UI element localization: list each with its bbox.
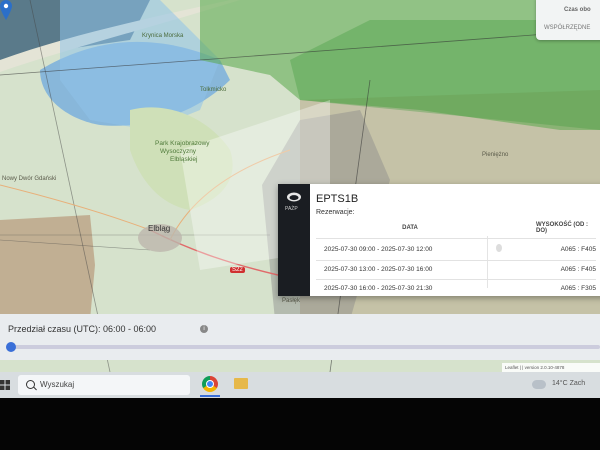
- map-label-north-town: Tolkmicko: [200, 87, 227, 93]
- map-attribution[interactable]: Leaflet | | version 2.0.10-4878: [502, 363, 600, 372]
- location-pin-icon[interactable]: [0, 0, 12, 20]
- column-header-spacer: [496, 220, 536, 239]
- search-placeholder: Wyszukaj: [40, 380, 75, 389]
- coordinates-panel: Czas obo WSPÓŁRZĘDNE: [536, 0, 600, 40]
- file-explorer-icon[interactable]: [234, 378, 248, 389]
- time-range-label: Przedział czasu (UTC): 06:00 - 06:00: [8, 324, 157, 334]
- map-label-south-town: Pasłęk: [282, 298, 301, 304]
- row-marker: [496, 260, 536, 280]
- airspace-popup: PAŻP EPTS1B Rezerwacje: DATA WYSOKOŚĆ (O…: [278, 184, 600, 298]
- taskbar-search[interactable]: Wyszukaj: [18, 375, 190, 395]
- screen: Krynica Morska Tolkmicko Park Krajobrazo…: [0, 0, 600, 400]
- map-label-east-town: Pieniężno: [482, 152, 509, 158]
- chrome-icon[interactable]: [202, 376, 218, 392]
- column-header-date: DATA: [402, 225, 418, 231]
- weather-icon[interactable]: [532, 380, 546, 389]
- search-icon: [26, 380, 35, 389]
- active-app-indicator: [200, 395, 220, 397]
- table-row: 2025-07-30 09:00 - 2025-07-30 12:00 A065…: [316, 238, 596, 261]
- taskbar: Wyszukaj 14°C Zach: [0, 372, 600, 398]
- table-header-row: DATA WYSOKOŚĆ (OD : DO): [316, 220, 596, 239]
- airspace-code: EPTS1B: [316, 193, 359, 205]
- map-label-park-1: Park Krajobrazowy: [155, 140, 210, 147]
- time-slider-handle[interactable]: [6, 342, 16, 352]
- map-label-west-town: Nowy Dwór Gdański: [2, 176, 57, 182]
- weather-temperature[interactable]: 14°C Zach: [552, 380, 585, 387]
- map-label-city: Elbląg: [148, 224, 171, 233]
- loading-dot-icon: [496, 244, 502, 252]
- time-label: Czas obo: [564, 7, 591, 13]
- reservations-table: DATA WYSOKOŚĆ (OD : DO) 2025-07-30 09:00…: [316, 220, 596, 298]
- road-badge: S22: [230, 267, 245, 273]
- row-altitude: A065 : F405: [536, 260, 596, 280]
- logo-text: PAŻP: [285, 206, 298, 212]
- row-date: 2025-07-30 09:00 - 2025-07-30 12:00: [316, 238, 496, 261]
- row-marker: [496, 238, 536, 261]
- column-header-altitude: WYSOKOŚĆ (OD : DO): [536, 222, 588, 234]
- row-marker: [496, 279, 536, 298]
- windows-start-icon[interactable]: [0, 379, 10, 391]
- time-range-bar: Przedział czasu (UTC): 06:00 - 06:00 i: [0, 314, 600, 360]
- info-icon[interactable]: i: [200, 325, 208, 333]
- popup-logo-column: PAŻP: [278, 184, 310, 296]
- pazp-logo-icon: [287, 192, 301, 202]
- monitor-bezel: [0, 398, 600, 450]
- row-date: 2025-07-30 13:00 - 2025-07-30 16:00: [316, 260, 496, 280]
- map-label-park-3: Elbląskiej: [170, 156, 198, 163]
- table-row: 2025-07-30 13:00 - 2025-07-30 16:00 A065…: [316, 260, 596, 280]
- map-label-coast-town: Krynica Morska: [142, 33, 184, 39]
- reservations-label: Rezerwacje:: [316, 209, 355, 216]
- row-date: 2025-07-30 16:00 - 2025-07-30 21:30: [316, 279, 496, 298]
- table-row: 2025-07-30 16:00 - 2025-07-30 21:30 A065…: [316, 279, 596, 298]
- time-slider-track[interactable]: [6, 345, 600, 349]
- row-altitude: A065 : F405: [536, 238, 596, 261]
- row-altitude: A065 : F305: [536, 279, 596, 298]
- coordinates-link[interactable]: WSPÓŁRZĘDNE: [544, 25, 590, 31]
- map-label-park-2: Wysoczyzny: [160, 148, 197, 155]
